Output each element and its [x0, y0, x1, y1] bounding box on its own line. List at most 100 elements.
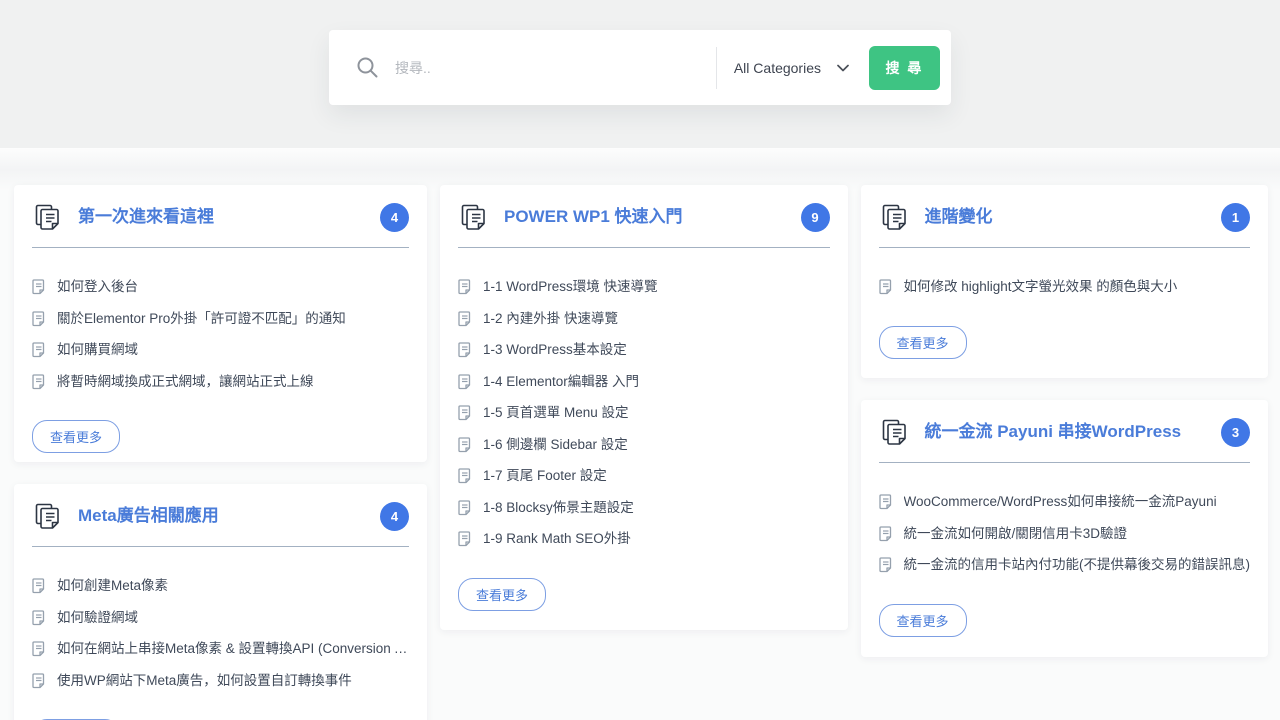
document-icon [458, 311, 472, 327]
document-icon [458, 374, 472, 390]
article-link[interactable]: 如何創建Meta像素 [32, 578, 409, 595]
article-link-label: 1-1 WordPress環境 快速導覽 [483, 279, 658, 296]
search-icon [329, 56, 395, 79]
article-link[interactable]: 將暫時網域換成正式網域，讓網站正式上線 [32, 374, 409, 391]
column-3: 進階變化 1 如何修改 highlight文字螢光效果 的顏色與大小 查看更多 [861, 185, 1269, 657]
article-link-label: 1-7 頁尾 Footer 設定 [483, 468, 607, 485]
document-icon [879, 279, 893, 295]
article-link[interactable]: 1-8 Blocksy佈景主題設定 [458, 500, 830, 517]
view-more-button[interactable]: 查看更多 [32, 420, 120, 453]
category-title[interactable]: POWER WP1 快速入門 [504, 207, 801, 227]
search-bar: All Categories 搜 尋 [329, 30, 951, 105]
article-link[interactable]: 1-3 WordPress基本設定 [458, 342, 830, 359]
document-icon [32, 374, 46, 390]
article-link[interactable]: 如何購買網域 [32, 342, 409, 359]
document-icon [458, 342, 472, 358]
documents-stack-icon [458, 202, 489, 233]
article-link-label: 1-9 Rank Math SEO外掛 [483, 531, 631, 548]
view-more-button[interactable]: 查看更多 [879, 326, 967, 359]
article-link[interactable]: 1-7 頁尾 Footer 設定 [458, 468, 830, 485]
card-divider [32, 247, 409, 248]
article-link[interactable]: 如何驗證網域 [32, 610, 409, 627]
document-icon [458, 279, 472, 295]
article-link[interactable]: 1-9 Rank Math SEO外掛 [458, 531, 830, 548]
article-link-label: 如何修改 highlight文字螢光效果 的顏色與大小 [904, 279, 1178, 296]
article-link-label: 如何登入後台 [57, 279, 138, 296]
article-link[interactable]: 統一金流如何開啟/關閉信用卡3D驗證 [879, 526, 1251, 543]
header-search-section: All Categories 搜 尋 [0, 0, 1280, 148]
document-icon [32, 342, 46, 358]
article-link-label: 1-3 WordPress基本設定 [483, 342, 627, 359]
documents-stack-icon [32, 202, 63, 233]
article-link-label: 如何購買網域 [57, 342, 138, 359]
card-divider [879, 462, 1251, 463]
category-dropdown[interactable]: All Categories [717, 30, 869, 105]
article-count-badge: 4 [380, 502, 409, 531]
document-icon [32, 279, 46, 295]
knowledge-base-grid: 第一次進來看這裡 4 如何登入後台 關於Elementor Pro外掛「許可證不… [0, 148, 1280, 720]
search-input[interactable] [395, 48, 716, 88]
document-icon [879, 557, 893, 573]
article-link-label: 使用WP網站下Meta廣告，如何設置自訂轉換事件 [57, 673, 352, 690]
category-title[interactable]: 進階變化 [925, 207, 1222, 227]
document-icon [458, 531, 472, 547]
view-more-button[interactable]: 查看更多 [879, 604, 967, 637]
article-link-label: 將暫時網域換成正式網域，讓網站正式上線 [57, 374, 314, 391]
document-icon [32, 311, 46, 327]
column-2: POWER WP1 快速入門 9 1-1 WordPress環境 快速導覽 1-… [440, 185, 848, 630]
article-link[interactable]: 統一金流的信用卡站內付功能(不提供幕後交易的錯誤訊息) [879, 557, 1251, 574]
article-link[interactable]: 如何登入後台 [32, 279, 409, 296]
documents-stack-icon [32, 501, 63, 532]
document-icon [879, 494, 893, 510]
article-link-label: 1-4 Elementor編輯器 入門 [483, 374, 639, 391]
document-icon [458, 500, 472, 516]
category-card-header: POWER WP1 快速入門 9 [458, 202, 830, 233]
article-link[interactable]: 如何在網站上串接Meta像素 & 設置轉換API (Conversion API… [32, 641, 409, 658]
category-card: 統一金流 Payuni 串接WordPress 3 WooCommerce/Wo… [861, 400, 1269, 657]
category-card-header: 第一次進來看這裡 4 [32, 202, 409, 233]
article-link-label: 1-2 內建外掛 快速導覽 [483, 311, 618, 328]
document-icon [458, 405, 472, 421]
article-link-label: 統一金流的信用卡站內付功能(不提供幕後交易的錯誤訊息) [904, 557, 1251, 574]
documents-stack-icon [879, 417, 910, 448]
article-link-label: 統一金流如何開啟/關閉信用卡3D驗證 [904, 526, 1128, 543]
article-count-badge: 3 [1221, 418, 1250, 447]
category-card-header: 進階變化 1 [879, 202, 1251, 233]
category-title[interactable]: 第一次進來看這裡 [78, 207, 380, 227]
article-link[interactable]: 1-5 頁首選單 Menu 設定 [458, 405, 830, 422]
category-card: POWER WP1 快速入門 9 1-1 WordPress環境 快速導覽 1-… [440, 185, 848, 630]
article-link[interactable]: 1-6 側邊欄 Sidebar 設定 [458, 437, 830, 454]
category-card: 進階變化 1 如何修改 highlight文字螢光效果 的顏色與大小 查看更多 [861, 185, 1269, 378]
article-count-badge: 9 [801, 203, 830, 232]
document-icon [32, 610, 46, 626]
document-icon [32, 641, 46, 657]
document-icon [458, 437, 472, 453]
article-link[interactable]: 1-1 WordPress環境 快速導覽 [458, 279, 830, 296]
article-link[interactable]: 使用WP網站下Meta廣告，如何設置自訂轉換事件 [32, 673, 409, 690]
document-icon [32, 673, 46, 689]
article-link-label: 關於Elementor Pro外掛「許可證不匹配」的通知 [57, 311, 346, 328]
category-card: 第一次進來看這裡 4 如何登入後台 關於Elementor Pro外掛「許可證不… [14, 185, 427, 462]
article-link-label: WooCommerce/WordPress如何串接統一金流Payuni [904, 494, 1217, 511]
card-divider [458, 247, 830, 248]
category-title[interactable]: Meta廣告相關應用 [78, 506, 380, 526]
article-link-label: 1-6 側邊欄 Sidebar 設定 [483, 437, 628, 454]
article-link-label: 如何創建Meta像素 [57, 578, 168, 595]
article-link-label: 如何驗證網域 [57, 610, 138, 627]
article-link-label: 1-5 頁首選單 Menu 設定 [483, 405, 629, 422]
article-link[interactable]: 關於Elementor Pro外掛「許可證不匹配」的通知 [32, 311, 409, 328]
article-link[interactable]: WooCommerce/WordPress如何串接統一金流Payuni [879, 494, 1251, 511]
category-title[interactable]: 統一金流 Payuni 串接WordPress [925, 422, 1222, 442]
article-link[interactable]: 1-4 Elementor編輯器 入門 [458, 374, 830, 391]
category-card: Meta廣告相關應用 4 如何創建Meta像素 如何驗證網域 [14, 484, 427, 720]
article-link[interactable]: 1-2 內建外掛 快速導覽 [458, 311, 830, 328]
article-link[interactable]: 如何修改 highlight文字螢光效果 的顏色與大小 [879, 279, 1251, 296]
category-dropdown-label: All Categories [734, 60, 821, 76]
search-button[interactable]: 搜 尋 [869, 46, 940, 90]
category-card-header: 統一金流 Payuni 串接WordPress 3 [879, 417, 1251, 448]
view-more-button[interactable]: 查看更多 [458, 578, 546, 611]
article-count-badge: 4 [380, 203, 409, 232]
document-icon [879, 526, 893, 542]
article-count-badge: 1 [1221, 203, 1250, 232]
card-divider [32, 546, 409, 547]
